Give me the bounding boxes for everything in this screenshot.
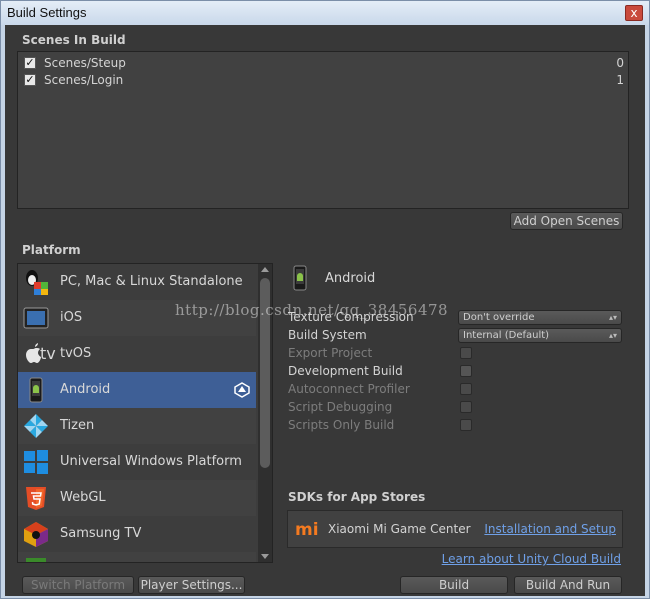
window-title: Build Settings bbox=[7, 5, 87, 20]
build-system-row: Build System Internal (Default) ▴▾ bbox=[288, 328, 622, 344]
unity-logo-icon bbox=[234, 382, 250, 398]
platform-label: WebGL bbox=[60, 490, 106, 505]
scene-checkbox[interactable]: ✓ bbox=[24, 57, 36, 69]
sdk-name: Xiaomi Mi Game Center bbox=[328, 522, 471, 536]
scripts-only-build-label: Scripts Only Build bbox=[288, 418, 395, 432]
installation-setup-link[interactable]: Installation and Setup bbox=[484, 522, 616, 536]
script-debugging-label: Script Debugging bbox=[288, 400, 393, 414]
platform-label: Universal Windows Platform bbox=[60, 454, 242, 469]
platform-item-tvos[interactable]: tv tvOS bbox=[18, 336, 256, 372]
dropdown-arrows-icon: ▴▾ bbox=[608, 313, 617, 322]
settings-platform-title: Android bbox=[325, 271, 376, 286]
build-settings-window: Build Settings x Scenes In Build ✓ Scene… bbox=[0, 0, 650, 599]
scene-index: 1 bbox=[616, 73, 624, 87]
samsung-tv-icon bbox=[24, 522, 48, 547]
scripts-only-build-row: Scripts Only Build bbox=[288, 418, 622, 434]
platform-item-standalone[interactable]: PC, Mac & Linux Standalone bbox=[18, 264, 256, 300]
unity-cloud-build-link[interactable]: Learn about Unity Cloud Build bbox=[442, 552, 621, 566]
platform-label: Android bbox=[60, 382, 111, 397]
platform-item-tizen[interactable]: Tizen bbox=[18, 408, 256, 444]
platform-label: Samsung TV bbox=[60, 526, 142, 541]
scene-checkbox[interactable]: ✓ bbox=[24, 74, 36, 86]
platform-label: tvOS bbox=[60, 346, 92, 361]
scenes-in-build-header: Scenes In Build bbox=[22, 33, 126, 47]
scroll-down-arrow-icon[interactable] bbox=[261, 554, 269, 559]
dropdown-arrows-icon: ▴▾ bbox=[608, 331, 617, 340]
platform-item-android[interactable]: Android bbox=[18, 372, 256, 408]
platform-label: iOS bbox=[60, 310, 83, 325]
scene-name: Scenes/Login bbox=[44, 73, 124, 87]
export-project-label: Export Project bbox=[288, 346, 373, 360]
build-system-label: Build System bbox=[288, 328, 367, 342]
script-debugging-checkbox[interactable] bbox=[460, 401, 472, 413]
build-button[interactable]: Build bbox=[400, 576, 508, 594]
build-system-value: Internal (Default) bbox=[463, 330, 550, 341]
sdks-header: SDKs for App Stores bbox=[288, 490, 426, 504]
autoconnect-profiler-row: Autoconnect Profiler bbox=[288, 382, 622, 398]
platform-item-webgl[interactable]: WebGL bbox=[18, 480, 256, 516]
html5-icon bbox=[26, 487, 46, 510]
android-icon bbox=[29, 377, 43, 403]
watermark: http://blog.csdn.net/qq_38456478 bbox=[175, 301, 449, 319]
platform-header: Platform bbox=[22, 243, 81, 257]
build-and-run-button[interactable]: Build And Run bbox=[514, 576, 622, 594]
android-icon bbox=[293, 265, 307, 291]
close-button[interactable]: x bbox=[625, 5, 643, 21]
platform-item-samsung-tv[interactable]: Samsung TV bbox=[18, 516, 256, 552]
scripts-only-build-checkbox[interactable] bbox=[460, 419, 472, 431]
platform-item-uwp[interactable]: Universal Windows Platform bbox=[18, 444, 256, 480]
texture-compression-dropdown[interactable]: Don't override ▴▾ bbox=[458, 310, 622, 325]
title-bar[interactable]: Build Settings x bbox=[1, 1, 649, 25]
svg-text:mi: mi bbox=[295, 520, 319, 539]
development-build-label: Development Build bbox=[288, 364, 403, 378]
tizen-icon bbox=[24, 414, 48, 438]
sdk-item: mi Xiaomi Mi Game Center Installation an… bbox=[287, 510, 623, 548]
export-project-checkbox[interactable] bbox=[460, 347, 472, 359]
xiaomi-logo-icon: mi bbox=[295, 520, 319, 539]
player-settings-button[interactable]: Player Settings... bbox=[138, 576, 245, 594]
window-content: Scenes In Build ✓ Scenes/Steup 0 ✓ Scene… bbox=[5, 25, 645, 596]
platform-label: Tizen bbox=[60, 418, 95, 433]
ios-icon bbox=[23, 307, 49, 329]
texture-compression-value: Don't override bbox=[463, 312, 535, 323]
development-build-checkbox[interactable] bbox=[460, 365, 472, 377]
platform-label: PC, Mac & Linux Standalone bbox=[60, 274, 243, 289]
scenes-list: ✓ Scenes/Steup 0 ✓ Scenes/Login 1 bbox=[17, 51, 629, 209]
autoconnect-profiler-checkbox[interactable] bbox=[460, 383, 472, 395]
tv-glyph: tv bbox=[40, 344, 56, 363]
scene-row[interactable]: ✓ Scenes/Steup 0 bbox=[22, 56, 624, 72]
pc-mac-linux-icon bbox=[26, 270, 48, 295]
autoconnect-profiler-label: Autoconnect Profiler bbox=[288, 382, 410, 396]
scene-name: Scenes/Steup bbox=[44, 56, 126, 70]
development-build-row: Development Build bbox=[288, 364, 622, 380]
scene-row[interactable]: ✓ Scenes/Login 1 bbox=[22, 73, 624, 89]
switch-platform-button[interactable]: Switch Platform bbox=[22, 576, 134, 594]
build-system-dropdown[interactable]: Internal (Default) ▴▾ bbox=[458, 328, 622, 343]
platform-item-partial[interactable] bbox=[18, 552, 256, 562]
partial-platform-icon bbox=[26, 558, 46, 562]
export-project-row: Export Project bbox=[288, 346, 622, 362]
scroll-up-arrow-icon[interactable] bbox=[261, 267, 269, 272]
add-open-scenes-button[interactable]: Add Open Scenes bbox=[510, 212, 623, 230]
script-debugging-row: Script Debugging bbox=[288, 400, 622, 416]
windows-icon bbox=[24, 450, 48, 474]
scene-index: 0 bbox=[616, 56, 624, 70]
